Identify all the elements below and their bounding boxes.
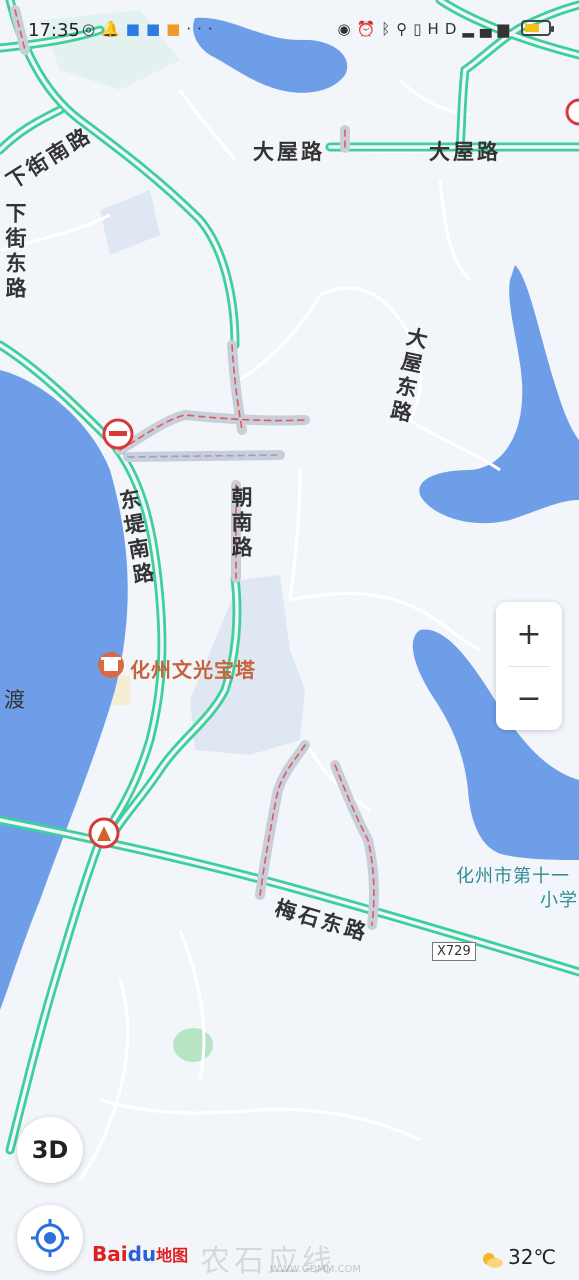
status-time: 17:35: [28, 20, 80, 41]
locate-button[interactable]: [17, 1205, 83, 1271]
status-bar: 17:35 ◎🔔■■■··· ◉⏰ᛒ⚲▯HD▂▄▆: [0, 0, 579, 62]
pagoda-marker-icon[interactable]: [98, 652, 124, 678]
eye-icon: ◉: [337, 20, 357, 38]
watermark-url: WWW.GDMM.COM: [270, 1264, 362, 1275]
road-label-du: 渡: [4, 688, 28, 712]
road-label-chaonan-lu: 朝南路: [229, 486, 253, 561]
wechat-icon: ◎: [82, 20, 102, 38]
vibrate-icon: ▯: [413, 20, 428, 38]
zoom-out-button[interactable]: −: [496, 668, 562, 730]
signal-icon: ▂▄▆: [462, 20, 515, 38]
battery-icon: [521, 20, 554, 36]
crosshair-icon: [31, 1219, 69, 1257]
poi-label-school-line1[interactable]: 化州市第十一: [456, 862, 570, 888]
map-marker-icon[interactable]: [565, 98, 579, 126]
weather-widget[interactable]: 32℃: [480, 1245, 556, 1269]
temperature-text: 32℃: [508, 1245, 556, 1269]
3d-toggle-button[interactable]: 3D: [17, 1117, 83, 1183]
hd-icon: HD: [427, 20, 463, 38]
zoom-divider: [508, 666, 550, 667]
location-icon: ⚲: [396, 20, 414, 38]
partly-cloudy-icon: [480, 1250, 504, 1268]
bluetooth-icon: ᛒ: [381, 20, 397, 38]
zoom-control: + −: [496, 602, 562, 730]
bell-icon: 🔔: [101, 20, 126, 38]
notification-icons: ◎🔔■■■···: [82, 20, 219, 38]
road-label-xiajie-dong-lu: 下街东路: [3, 202, 27, 302]
app-icon: ■: [125, 20, 146, 38]
app-icon: ■: [145, 20, 167, 38]
app-icon: ■: [166, 20, 187, 38]
no-entry-icon[interactable]: [102, 418, 134, 450]
highway-badge: X729: [432, 942, 476, 961]
alarm-icon: ⏰: [356, 20, 382, 38]
green-patch: [173, 1028, 213, 1062]
road-label-dawu-lu: 大屋路: [429, 140, 501, 164]
baidu-map-logo: Baidu地图: [92, 1242, 189, 1266]
poi-label-pagoda[interactable]: 化州文光宝塔: [130, 654, 256, 683]
road-work-icon[interactable]: [88, 817, 120, 849]
road-label-dawu-lu: 大屋路: [253, 140, 325, 164]
map-canvas[interactable]: [0, 0, 579, 1280]
zoom-in-button[interactable]: +: [496, 604, 562, 666]
system-icons: ◉⏰ᛒ⚲▯HD▂▄▆: [337, 20, 515, 38]
poi-label-school-line2[interactable]: 小学: [540, 886, 578, 912]
more-icon: ···: [186, 20, 219, 38]
